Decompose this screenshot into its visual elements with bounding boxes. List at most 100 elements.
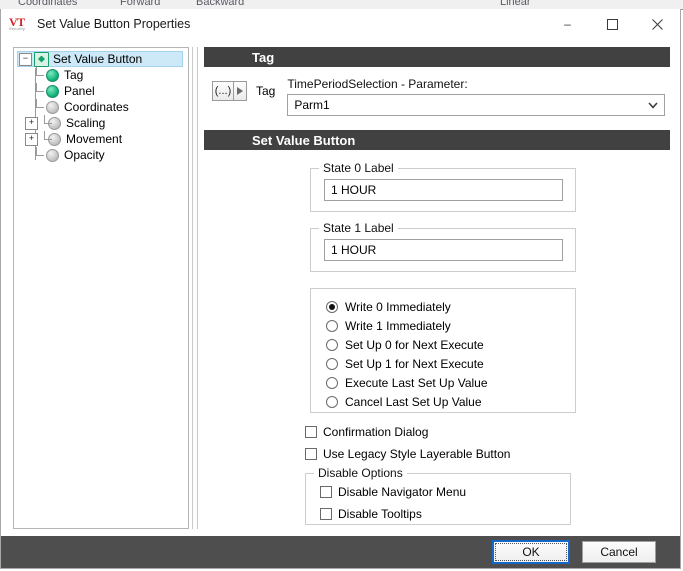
tree-node-panel[interactable]: Panel <box>14 83 188 99</box>
vt-logo-icon: VT Security <box>9 15 31 33</box>
window-controls: – <box>545 9 680 39</box>
cancel-button-label: Cancel <box>600 545 637 559</box>
checkbox-confirmation-dialog[interactable]: Confirmation Dialog <box>305 425 670 439</box>
tag-browse-button[interactable]: (...) <box>212 81 234 101</box>
close-x-icon <box>652 19 663 30</box>
radio-icon <box>326 396 338 408</box>
dialog-footer: OK Cancel <box>1 536 680 568</box>
radio-set-up-0-next-execute[interactable]: Set Up 0 for Next Execute <box>326 335 575 354</box>
bg-fragment-backward: Backward <box>196 0 244 8</box>
radio-label: Write 1 Immediately <box>345 319 451 333</box>
tree-expander-movement[interactable]: + <box>25 133 38 146</box>
radio-write-1-immediately[interactable]: Write 1 Immediately <box>326 316 575 335</box>
tag-parameter-value: Parm1 <box>294 98 329 112</box>
set-value-button-section-header-label: Set Value Button <box>252 133 355 148</box>
set-value-button-properties-dialog: VT Security Set Value Button Properties … <box>0 9 681 569</box>
radio-label: Set Up 0 for Next Execute <box>345 338 484 352</box>
maximize-icon[interactable] <box>590 9 635 39</box>
cancel-button[interactable]: Cancel <box>582 541 656 563</box>
disable-options-legend: Disable Options <box>314 466 407 480</box>
tree-node-opacity[interactable]: Opacity <box>14 147 188 163</box>
tree-elbow-icon <box>40 115 48 131</box>
radio-icon <box>326 339 338 351</box>
tree-elbow-icon <box>32 83 46 99</box>
tree-node-movement[interactable]: + Movement <box>14 131 188 147</box>
tree-expander-root[interactable]: − <box>19 53 32 66</box>
checkbox-icon <box>305 448 317 460</box>
radio-execute-last-set-up-value[interactable]: Execute Last Set Up Value <box>326 373 575 392</box>
tree-expander-scaling[interactable]: + <box>25 117 38 130</box>
tag-section-header: Tag <box>204 47 670 67</box>
tree-node-coordinates[interactable]: Coordinates <box>14 99 188 115</box>
checkbox-icon <box>320 508 332 520</box>
checkbox-label: Disable Tooltips <box>338 507 422 521</box>
checkbox-label: Use Legacy Style Layerable Button <box>323 447 510 461</box>
checkbox-icon <box>305 426 317 438</box>
set-value-button-node-icon <box>34 52 49 67</box>
radio-label: Set Up 1 for Next Execute <box>345 357 484 371</box>
tag-dropdown-arrow-icon[interactable] <box>234 81 247 101</box>
tree-node-label-coordinates: Coordinates <box>64 100 129 114</box>
tree-node-tag[interactable]: Tag <box>14 67 188 83</box>
radio-icon <box>326 301 338 313</box>
tree-node-scaling[interactable]: + Scaling <box>14 115 188 131</box>
ok-button[interactable]: OK <box>492 540 570 564</box>
close-icon[interactable] <box>635 9 680 39</box>
state0-legend: State 0 Label <box>319 161 398 175</box>
right-triangle-icon <box>237 87 243 95</box>
bg-fragment-forward: Forward <box>120 0 160 8</box>
vt-logo-subtext: Security <box>9 27 25 31</box>
state0-groupbox: State 0 Label 1 HOUR <box>310 168 576 212</box>
state0-label-input[interactable]: 1 HOUR <box>324 179 563 201</box>
set-value-button-section-header: Set Value Button <box>204 130 670 150</box>
checkbox-icon <box>320 486 332 498</box>
radio-set-up-1-next-execute[interactable]: Set Up 1 for Next Execute <box>326 354 575 373</box>
focus-ring <box>495 543 567 561</box>
tag-row: (...) Tag TimePeriodSelection - Paramete… <box>204 77 670 116</box>
tree-node-label-scaling: Scaling <box>66 116 105 130</box>
checkbox-disable-navigator-menu[interactable]: Disable Navigator Menu <box>320 485 570 499</box>
chevron-down-icon <box>648 102 658 109</box>
minimize-icon[interactable]: – <box>545 9 590 39</box>
tag-field-group: TimePeriodSelection - Parameter: Parm1 <box>287 77 670 116</box>
bg-fragment-coordinates: Coordinates <box>18 0 77 8</box>
radio-write-0-immediately[interactable]: Write 0 Immediately <box>326 297 575 316</box>
tag-field-label: Tag <box>256 84 275 98</box>
tree-node-set-value-button[interactable]: − Set Value Button <box>17 51 183 67</box>
state1-label-input[interactable]: 1 HOUR <box>324 239 563 261</box>
dialog-titlebar: VT Security Set Value Button Properties … <box>1 9 680 39</box>
tree-node-label-root: Set Value Button <box>53 52 142 66</box>
radio-icon <box>326 320 338 332</box>
checkbox-use-legacy-style-layerable-button[interactable]: Use Legacy Style Layerable Button <box>305 447 670 461</box>
disable-options-groupbox: Disable Options Disable Navigator Menu D… <box>305 473 571 525</box>
tree-elbow-icon <box>32 147 46 163</box>
tree-node-label-opacity: Opacity <box>64 148 105 162</box>
write-mode-groupbox: Write 0 Immediately Write 1 Immediately … <box>310 288 576 413</box>
coordinates-node-icon <box>46 101 59 114</box>
tree-elbow-icon <box>40 131 48 147</box>
dialog-content: − Set Value Button Tag Panel <box>1 39 680 537</box>
panel-splitter[interactable] <box>192 47 198 529</box>
radio-cancel-last-set-up-value[interactable]: Cancel Last Set Up Value <box>326 392 575 411</box>
checkbox-disable-tooltips[interactable]: Disable Tooltips <box>320 507 570 521</box>
tree-elbow-icon <box>32 99 46 115</box>
maximize-square-icon <box>607 19 618 30</box>
tag-parameter-caption: TimePeriodSelection - Parameter: <box>287 77 670 91</box>
panel-node-icon <box>46 85 59 98</box>
bg-fragment-linear: Linear <box>500 0 531 8</box>
tree-node-label-tag: Tag <box>64 68 83 82</box>
radio-label: Write 0 Immediately <box>345 300 451 314</box>
tag-parameter-select[interactable]: Parm1 <box>287 94 665 116</box>
tag-section-header-label: Tag <box>252 50 274 65</box>
radio-label: Cancel Last Set Up Value <box>345 395 482 409</box>
tree-elbow-icon <box>32 67 46 83</box>
tag-node-icon <box>46 69 59 82</box>
tag-browse-button-group: (...) <box>212 81 247 101</box>
state1-legend: State 1 Label <box>319 221 398 235</box>
checkbox-label: Disable Navigator Menu <box>338 485 466 499</box>
tree-node-label-panel: Panel <box>64 84 95 98</box>
radio-icon <box>326 377 338 389</box>
opacity-node-icon <box>46 149 59 162</box>
radio-icon <box>326 358 338 370</box>
properties-tree[interactable]: − Set Value Button Tag Panel <box>13 47 189 529</box>
